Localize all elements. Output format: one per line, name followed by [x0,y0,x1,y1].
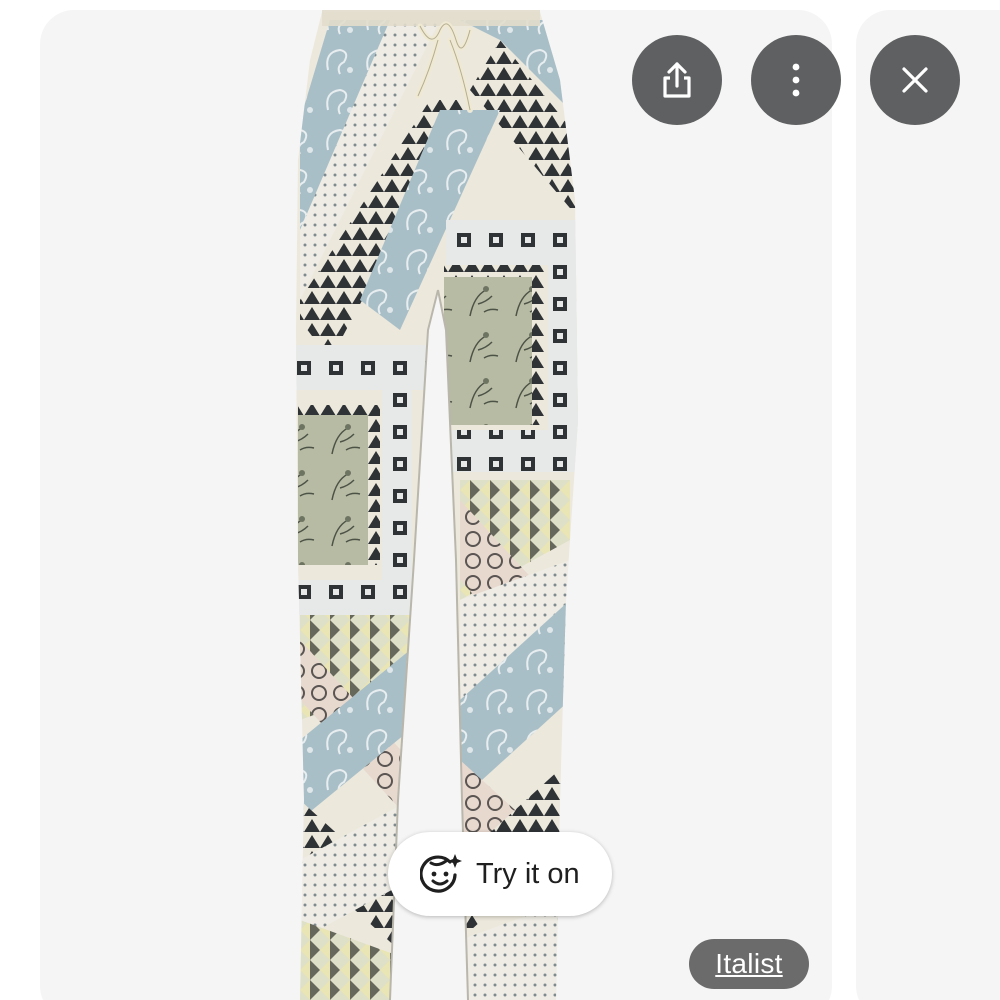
close-button[interactable] [870,35,960,125]
more-options-button[interactable] [751,35,841,125]
share-button[interactable] [632,35,722,125]
source-label: Italist [715,948,783,979]
image-viewer: Try it on Italist [0,0,1000,1000]
share-icon [663,62,691,98]
more-vert-icon [792,63,800,97]
try-it-on-button[interactable]: Try it on [388,832,612,916]
face-sparkle-icon [420,854,462,893]
try-it-on-label: Try it on [476,857,580,890]
close-icon [902,67,928,93]
source-link[interactable]: Italist [689,939,809,989]
